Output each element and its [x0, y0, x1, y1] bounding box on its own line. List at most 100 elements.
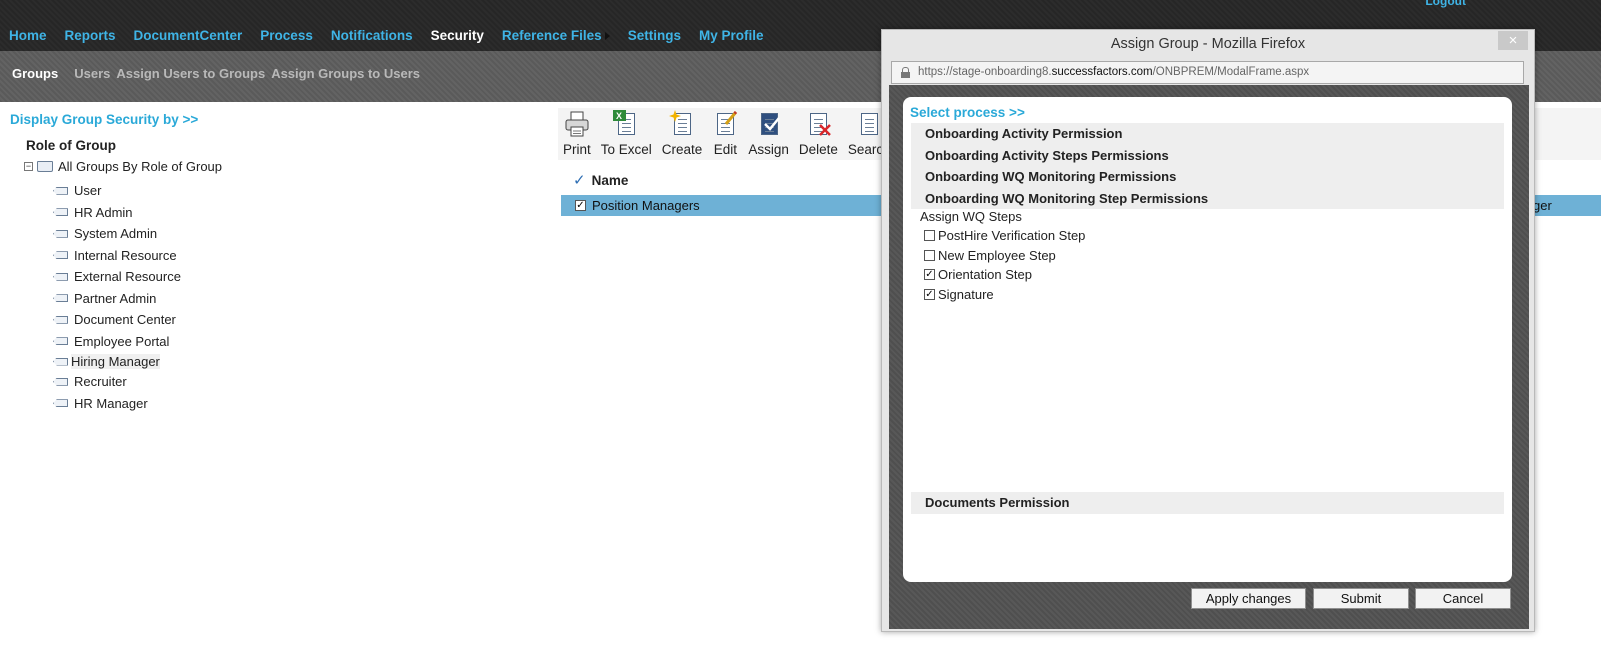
assign-icon — [756, 110, 782, 138]
lock-icon — [901, 67, 910, 78]
tree-item-label: Employee Portal — [74, 333, 170, 349]
select-process-link[interactable]: Select process >> — [910, 105, 1025, 120]
tree-item-internal-resource[interactable]: Internal Resource — [53, 245, 181, 267]
submit-button[interactable]: Submit — [1313, 588, 1409, 609]
print-label: Print — [563, 142, 591, 157]
delete-label: Delete — [798, 142, 838, 157]
grid-toolbar: Print X To Excel Create Edit Assign Dele… — [558, 108, 891, 160]
step-label: PostHire Verification Step — [938, 228, 1086, 244]
table-row-overflow[interactable]: ger — [1535, 195, 1601, 216]
nav-home[interactable]: Home — [9, 28, 47, 43]
nav-security[interactable]: Security — [431, 28, 484, 43]
excel-icon: X — [613, 110, 639, 138]
edit-button[interactable]: Edit — [707, 108, 743, 160]
tree-item-hiring-manager[interactable]: Hiring Manager — [53, 352, 181, 371]
perm-onboarding-wq-monitoring-step[interactable]: Onboarding WQ Monitoring Step Permission… — [911, 187, 1504, 209]
tag-icon — [53, 294, 68, 303]
tree-title: Role of Group — [26, 138, 116, 153]
assign-group-window: Assign Group - Mozilla Firefox × https:/… — [881, 29, 1535, 632]
modal-body: Select process >> Onboarding Activity Pe… — [889, 85, 1529, 629]
subnav-groups[interactable]: Groups — [12, 66, 58, 81]
step-label: Signature — [938, 286, 994, 302]
perm-onboarding-wq-monitoring[interactable]: Onboarding WQ Monitoring Permissions — [911, 166, 1504, 188]
delete-icon — [805, 110, 832, 138]
tree-item-system-admin[interactable]: System Admin — [53, 223, 181, 245]
collapse-icon[interactable]: − — [24, 162, 33, 171]
name-column-header[interactable]: Name — [592, 173, 629, 188]
nav-notifications[interactable]: Notifications — [331, 28, 413, 43]
nav-my-profile[interactable]: My Profile — [699, 28, 764, 43]
tree-item-label: Recruiter — [74, 374, 127, 390]
tag-icon — [53, 186, 68, 195]
tag-icon — [53, 272, 68, 281]
group-folder-icon — [37, 161, 53, 172]
tag-icon — [53, 251, 68, 260]
url-bar[interactable]: https://stage-onboarding8.successfactors… — [891, 61, 1524, 84]
tag-icon — [53, 208, 68, 217]
tree-item-recruiter[interactable]: Recruiter — [53, 371, 181, 393]
row-name: Position Managers — [592, 198, 700, 213]
create-button[interactable]: Create — [657, 108, 708, 160]
edit-label: Edit — [713, 142, 737, 157]
print-button[interactable]: Print — [558, 108, 596, 160]
create-icon — [669, 110, 695, 138]
tree-item-external-resource[interactable]: External Resource — [53, 266, 181, 288]
tag-icon — [53, 229, 68, 238]
tag-icon — [53, 357, 68, 366]
row-overflow-text: ger — [1535, 198, 1552, 213]
url-domain: successfactors.com — [1051, 66, 1153, 78]
tree-item-hr-manager[interactable]: HR Manager — [53, 393, 181, 415]
perm-documents[interactable]: Documents Permission — [911, 492, 1504, 514]
top-nav-items: Home Reports DocumentCenter Process Noti… — [9, 28, 781, 43]
subnav-assign-users-to-groups[interactable]: Assign Users to Groups — [116, 66, 265, 81]
nav-documentcenter[interactable]: DocumentCenter — [134, 28, 243, 43]
step-checkbox[interactable]: ✓ — [924, 288, 935, 300]
grid-header[interactable]: ✓ Name — [561, 168, 891, 192]
step-orientation[interactable]: ✓ Orientation Step — [924, 265, 1085, 285]
subnav-assign-groups-to-users[interactable]: Assign Groups to Users — [271, 66, 420, 81]
table-row[interactable]: ✓ Position Managers — [561, 195, 891, 216]
window-title: Assign Group - Mozilla Firefox — [1110, 36, 1306, 52]
nav-reports[interactable]: Reports — [65, 28, 116, 43]
tree-root[interactable]: − All Groups By Role of Group — [24, 159, 222, 174]
tree-item-label: System Admin — [74, 226, 158, 242]
step-checkbox[interactable] — [924, 249, 935, 261]
cancel-button[interactable]: Cancel — [1415, 588, 1511, 609]
nav-reference-files[interactable]: Reference Files — [502, 28, 610, 43]
tree-item-document-center[interactable]: Document Center — [53, 309, 181, 331]
assign-label: Assign — [748, 142, 789, 157]
delete-button[interactable]: Delete — [794, 108, 843, 160]
perm-onboarding-activity[interactable]: Onboarding Activity Permission — [911, 123, 1504, 145]
row-checkbox[interactable]: ✓ — [575, 200, 586, 211]
subnav-users[interactable]: Users — [74, 66, 110, 81]
step-new-employee[interactable]: New Employee Step — [924, 246, 1085, 266]
tree-item-label: Internal Resource — [74, 247, 177, 263]
group-tree-panel: Display Group Security by >> Role of Gro… — [0, 102, 555, 649]
printer-icon — [564, 110, 590, 138]
to-excel-button[interactable]: X To Excel — [596, 108, 657, 160]
to-excel-label: To Excel — [600, 142, 652, 157]
step-posthire-verification[interactable]: PostHire Verification Step — [924, 226, 1085, 246]
tree-item-employee-portal[interactable]: Employee Portal — [53, 331, 181, 353]
tree-item-partner-admin[interactable]: Partner Admin — [53, 288, 181, 310]
url-path: /ONBPREM/ModalFrame.aspx — [1152, 66, 1310, 78]
toolbar-right-strip — [1535, 108, 1601, 160]
tree-item-hr-admin[interactable]: HR Admin — [53, 202, 181, 224]
tag-icon — [53, 315, 68, 324]
search-icon — [856, 110, 882, 138]
assign-wq-steps-label: Assign WQ Steps — [920, 209, 1022, 224]
apply-changes-button[interactable]: Apply changes — [1191, 588, 1306, 609]
logout-link[interactable]: Logout — [1425, 0, 1466, 8]
display-group-security-link[interactable]: Display Group Security by >> — [10, 112, 198, 127]
close-icon[interactable]: × — [1498, 31, 1528, 50]
step-checkbox[interactable]: ✓ — [924, 269, 935, 281]
nav-settings[interactable]: Settings — [628, 28, 681, 43]
step-label: New Employee Step — [938, 247, 1056, 263]
tree-item-user[interactable]: User — [53, 180, 181, 202]
step-signature[interactable]: ✓ Signature — [924, 285, 1085, 305]
nav-process[interactable]: Process — [260, 28, 313, 43]
step-label: Orientation Step — [938, 267, 1032, 283]
assign-button[interactable]: Assign — [743, 108, 794, 160]
step-checkbox[interactable] — [924, 230, 935, 242]
perm-onboarding-activity-steps[interactable]: Onboarding Activity Steps Permissions — [911, 144, 1504, 166]
